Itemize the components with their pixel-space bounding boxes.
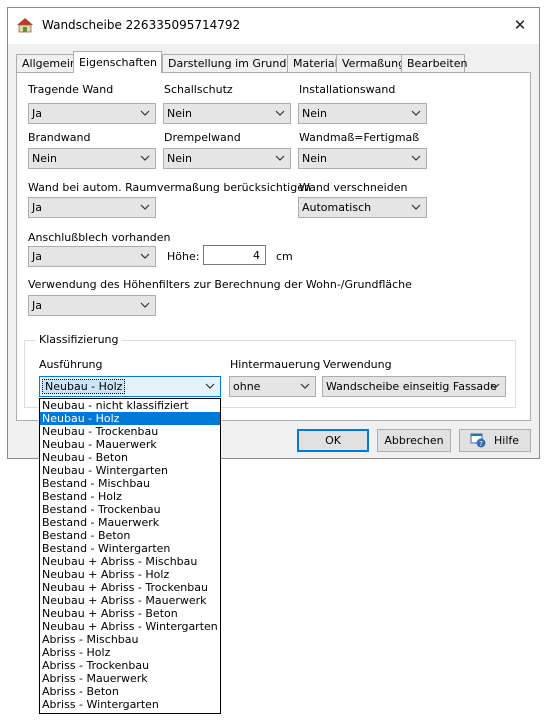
schallschutz-value: Nein [167, 107, 193, 120]
hintermauerung-value: ohne [233, 380, 261, 393]
installationswand-select[interactable]: Nein [298, 103, 427, 124]
ausfuehrung-label: Ausführung [39, 358, 103, 371]
chevron-down-icon [411, 155, 421, 161]
brandwand-value: Nein [32, 152, 58, 165]
window-title: Wandscheibe 226335095714792 [42, 18, 241, 32]
verwendung-value: Wandscheibe einseitig Fassade [326, 380, 497, 393]
dropdown-option[interactable]: Abriss - Beton [40, 685, 220, 698]
hintermauerung-select[interactable]: ohne [229, 376, 316, 397]
hoehe-label: Höhe: [167, 250, 200, 263]
tab-material[interactable]: Material [287, 54, 338, 72]
tab-eigenschaften[interactable]: Eigenschaften [73, 51, 162, 73]
dropdown-option[interactable]: Neubau - Trockenbau [40, 425, 220, 438]
dropdown-option[interactable]: Neubau + Abriss - Trockenbau [40, 581, 220, 594]
chevron-down-icon [490, 383, 500, 389]
help-icon: ? [470, 433, 486, 448]
raumvermassung-label: Wand bei autom. Raumvermaßung berücksich… [28, 181, 311, 194]
schallschutz-select[interactable]: Nein [163, 103, 291, 124]
dropdown-option[interactable]: Neubau - Wintergarten [40, 464, 220, 477]
hintermauerung-label: Hintermauerung [230, 358, 321, 371]
dropdown-option[interactable]: Bestand - Wintergarten [40, 542, 220, 555]
dropdown-option[interactable]: Neubau + Abriss - Holz [40, 568, 220, 581]
tab-bearbeiten[interactable]: Bearbeiten [401, 54, 467, 72]
hilfe-label: Hilfe [494, 434, 520, 447]
schallschutz-label: Schallschutz [164, 83, 233, 96]
ausfuehrung-select[interactable]: Neubau - Holz [39, 376, 221, 397]
verschneiden-value: Automatisch [302, 201, 372, 214]
dropdown-option[interactable]: Abriss - Mischbau [40, 633, 220, 646]
hoehe-input[interactable]: 4 [203, 245, 266, 265]
wandmass-value: Nein [302, 152, 328, 165]
anschlussblech-value: Ja [32, 250, 42, 263]
title-bar: Wandscheibe 226335095714792 ✕ [8, 8, 539, 44]
verwendung-label: Verwendung [323, 358, 392, 371]
dropdown-option[interactable]: Neubau - Holz [40, 412, 220, 425]
chevron-down-icon [275, 155, 285, 161]
anschlussblech-label: Anschlußblech vorhanden [28, 231, 171, 244]
hoehenfilter-select[interactable]: Ja [28, 295, 156, 316]
tab-allgemein[interactable]: Allgemein [16, 54, 77, 72]
wandmass-label: Wandmaß=Fertigmaß [299, 131, 420, 144]
dropdown-option[interactable]: Bestand - Mauerwerk [40, 516, 220, 529]
dropdown-option[interactable]: Abriss - Wintergarten [40, 698, 220, 711]
anschlussblech-select[interactable]: Ja [28, 246, 156, 267]
verschneiden-select[interactable]: Automatisch [298, 197, 427, 218]
dropdown-option[interactable]: Neubau - Beton [40, 451, 220, 464]
dropdown-option[interactable]: Bestand - Beton [40, 529, 220, 542]
raumvermassung-select[interactable]: Ja [28, 197, 156, 218]
dropdown-option[interactable]: Neubau + Abriss - Mischbau [40, 555, 220, 568]
chevron-down-icon [300, 383, 310, 389]
hoehenfilter-value: Ja [32, 299, 42, 312]
tragende-wand-label: Tragende Wand [28, 83, 114, 96]
wandmass-select[interactable]: Nein [298, 148, 427, 169]
verschneiden-label: Wand verschneiden [299, 181, 408, 194]
dropdown-option[interactable]: Bestand - Holz [40, 490, 220, 503]
chevron-down-icon [140, 302, 150, 308]
chevron-down-icon [411, 110, 421, 116]
close-icon[interactable]: ✕ [509, 14, 531, 36]
dropdown-option[interactable]: Neubau + Abriss - Wintergarten [40, 620, 220, 633]
ausfuehrung-dropdown-list: Neubau - nicht klassifiziert Neubau - Hol… [39, 398, 221, 714]
klassifizierung-title: Klassifizierung [36, 333, 122, 346]
chevron-down-icon [411, 204, 421, 210]
chevron-down-icon [140, 110, 150, 116]
dropdown-option[interactable]: Neubau - nicht klassifiziert [40, 399, 220, 412]
abbrechen-button[interactable]: Abbrechen [377, 429, 451, 452]
dropdown-option[interactable]: Abriss - Trockenbau [40, 659, 220, 672]
chevron-down-icon [205, 383, 215, 389]
drempelwand-select[interactable]: Nein [163, 148, 291, 169]
house-icon [17, 18, 33, 33]
dropdown-option[interactable]: Neubau + Abriss - Mauerwerk [40, 594, 220, 607]
installationswand-label: Installationswand [299, 83, 396, 96]
drempelwand-label: Drempelwand [164, 131, 241, 144]
tab-darstellung[interactable]: Darstellung im Grundriss [162, 54, 305, 72]
chevron-down-icon [140, 253, 150, 259]
hoehenfilter-label: Verwendung des Höhenfilters zur Berechnu… [28, 278, 412, 291]
dropdown-option[interactable]: Abriss - Holz [40, 646, 220, 659]
dropdown-option[interactable]: Neubau - Mauerwerk [40, 438, 220, 451]
raumvermassung-value: Ja [32, 201, 42, 214]
installationswand-value: Nein [302, 107, 328, 120]
tragende-wand-select[interactable]: Ja [28, 103, 156, 124]
dropdown-option[interactable]: Neubau + Abriss - Beton [40, 607, 220, 620]
dropdown-option[interactable]: Bestand - Trockenbau [40, 503, 220, 516]
dropdown-option[interactable]: Bestand - Mischbau [40, 477, 220, 490]
drempelwand-value: Nein [167, 152, 193, 165]
ausfuehrung-value: Neubau - Holz [42, 379, 126, 394]
verwendung-select[interactable]: Wandscheibe einseitig Fassade [322, 376, 506, 397]
chevron-down-icon [140, 204, 150, 210]
svg-text:?: ? [479, 440, 483, 448]
chevron-down-icon [275, 110, 285, 116]
dropdown-option[interactable]: Abriss - Mauerwerk [40, 672, 220, 685]
chevron-down-icon [140, 155, 150, 161]
brandwand-label: Brandwand [28, 131, 91, 144]
tab-vermassung[interactable]: Vermaßung [336, 54, 405, 72]
hoehe-value: 4 [253, 249, 260, 262]
hilfe-button[interactable]: ? Hilfe [459, 429, 531, 452]
hoehe-unit: cm [276, 250, 293, 263]
tragende-wand-value: Ja [32, 107, 42, 120]
ok-button[interactable]: OK [297, 429, 369, 452]
brandwand-select[interactable]: Nein [28, 148, 156, 169]
